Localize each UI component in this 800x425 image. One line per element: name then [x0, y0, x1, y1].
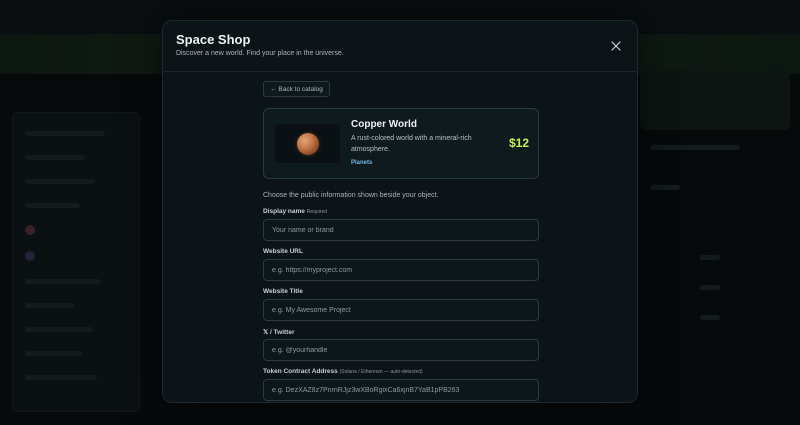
close-button[interactable]: [609, 39, 623, 53]
modal-title: Space Shop: [176, 32, 251, 47]
modal-header: Space Shop Discover a new world. Find yo…: [163, 21, 637, 72]
planet-thumbnail: [275, 124, 340, 163]
website-title-label: Website Title: [263, 288, 303, 295]
product-price: $12: [509, 136, 530, 150]
space-shop-modal: Space Shop Discover a new world. Find yo…: [162, 20, 638, 403]
display-name-label: Display name Required: [263, 208, 327, 215]
token-address-input[interactable]: [263, 379, 539, 401]
product-card: Copper World A rust-colored world with a…: [263, 108, 539, 179]
twitter-input[interactable]: [263, 339, 539, 361]
display-name-label-text: Display name: [263, 208, 305, 215]
background-right-panel: [640, 70, 790, 130]
twitter-label: 𝕏 / Twitter: [263, 329, 295, 336]
background-sidebar: [12, 112, 140, 412]
product-description: A rust-colored world with a mineral-rich…: [351, 135, 472, 153]
product-name: Copper World: [351, 119, 417, 130]
planet-image: [296, 132, 319, 155]
modal-subtitle: Discover a new world. Find your place in…: [176, 50, 344, 57]
form-intro: Choose the public information shown besi…: [263, 192, 439, 199]
token-address-label-text: Token Contract Address: [263, 368, 338, 375]
display-name-input[interactable]: [263, 219, 539, 241]
required-note: Required: [306, 209, 328, 215]
token-address-label: Token Contract Address (Solana / Ethereu…: [263, 368, 423, 375]
back-to-catalog-button[interactable]: ← Back to catalog: [263, 81, 330, 97]
product-category-tag[interactable]: Planets: [351, 160, 372, 166]
token-address-note: (Solana / Ethereum — auto-detected): [339, 369, 423, 375]
close-icon: [611, 41, 621, 51]
website-title-input[interactable]: [263, 299, 539, 321]
website-url-input[interactable]: [263, 259, 539, 281]
website-url-label: Website URL: [263, 248, 303, 255]
